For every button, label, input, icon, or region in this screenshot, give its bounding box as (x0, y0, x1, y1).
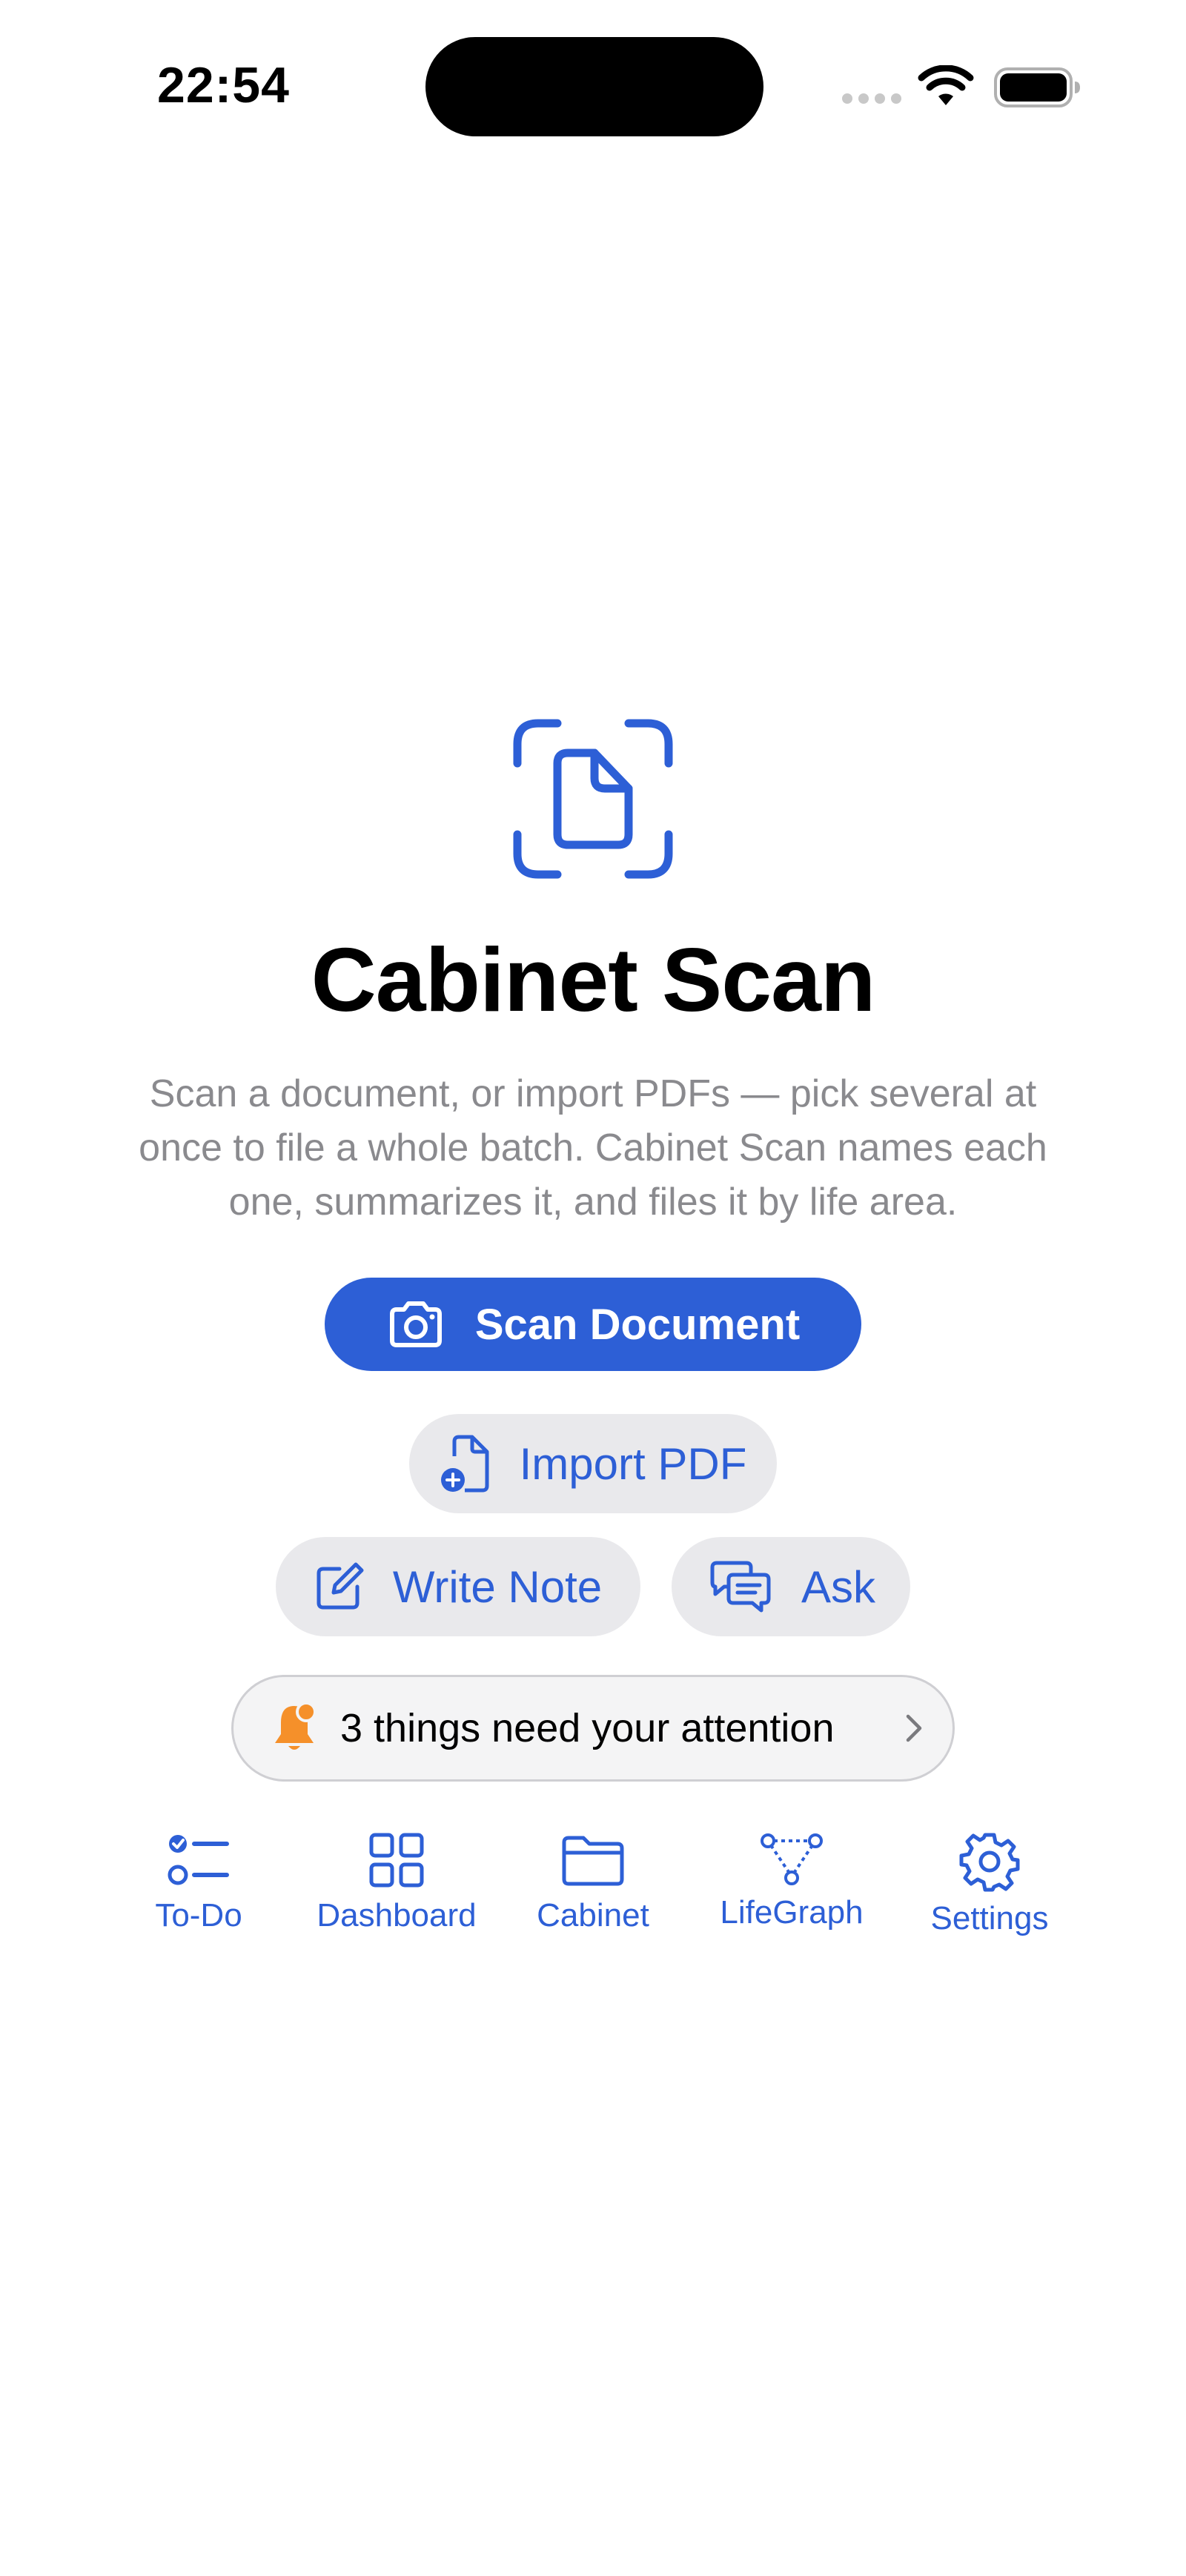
wifi-icon (918, 65, 974, 105)
dynamic-island (425, 37, 763, 136)
battery-icon (994, 67, 1080, 107)
grid-icon (369, 1833, 424, 1888)
import-pdf-label: Import PDF (519, 1438, 747, 1489)
tab-to-do-label: To-Do (155, 1897, 242, 1933)
doc-plus-icon (440, 1435, 489, 1493)
write-note-label: Write Note (392, 1561, 603, 1612)
app-description: Scan a document, or import PDFs — pick s… (139, 1072, 1047, 1224)
write-note-button[interactable]: Write Note (276, 1537, 640, 1636)
tab-cabinet-label: Cabinet (537, 1897, 649, 1933)
document-scan-icon (513, 719, 673, 879)
status-time: 22:54 (157, 57, 290, 113)
bell-badge-icon (275, 1702, 317, 1750)
checklist-icon (168, 1835, 229, 1885)
chevron-right-icon (906, 1714, 922, 1742)
tab-settings[interactable]: Settings (893, 1830, 1086, 1937)
chat-bubbles-icon (710, 1561, 771, 1613)
scan-document-label: Scan Document (474, 1300, 801, 1349)
tab-settings-label: Settings (930, 1900, 1049, 1936)
camera-icon (389, 1301, 442, 1347)
tab-dashboard[interactable]: Dashboard (300, 1830, 493, 1934)
cellular-signal-icon (842, 93, 901, 104)
app-title: Cabinet Scan (311, 929, 876, 1030)
ask-button[interactable]: Ask (672, 1537, 910, 1636)
tab-to-do[interactable]: To-Do (102, 1830, 295, 1934)
gear-icon (959, 1833, 1020, 1892)
tab-cabinet[interactable]: Cabinet (497, 1830, 689, 1934)
tab-dashboard-label: Dashboard (317, 1897, 477, 1933)
attention-label: 3 things need your attention (340, 1706, 835, 1750)
import-pdf-button[interactable]: Import PDF (409, 1414, 777, 1513)
scan-document-button[interactable]: Scan Document (325, 1278, 861, 1371)
tab-bar: To-Do Dashboard Cabinet LifeGraph Settin… (0, 1830, 1186, 1964)
tab-lifegraph-label: LifeGraph (720, 1894, 864, 1931)
tab-lifegraph[interactable]: LifeGraph (695, 1830, 888, 1931)
graph-icon (761, 1833, 823, 1885)
compose-icon (317, 1562, 364, 1610)
folder-icon (562, 1836, 624, 1886)
attention-banner[interactable]: 3 things need your attention (231, 1675, 955, 1782)
ask-label: Ask (801, 1561, 876, 1612)
